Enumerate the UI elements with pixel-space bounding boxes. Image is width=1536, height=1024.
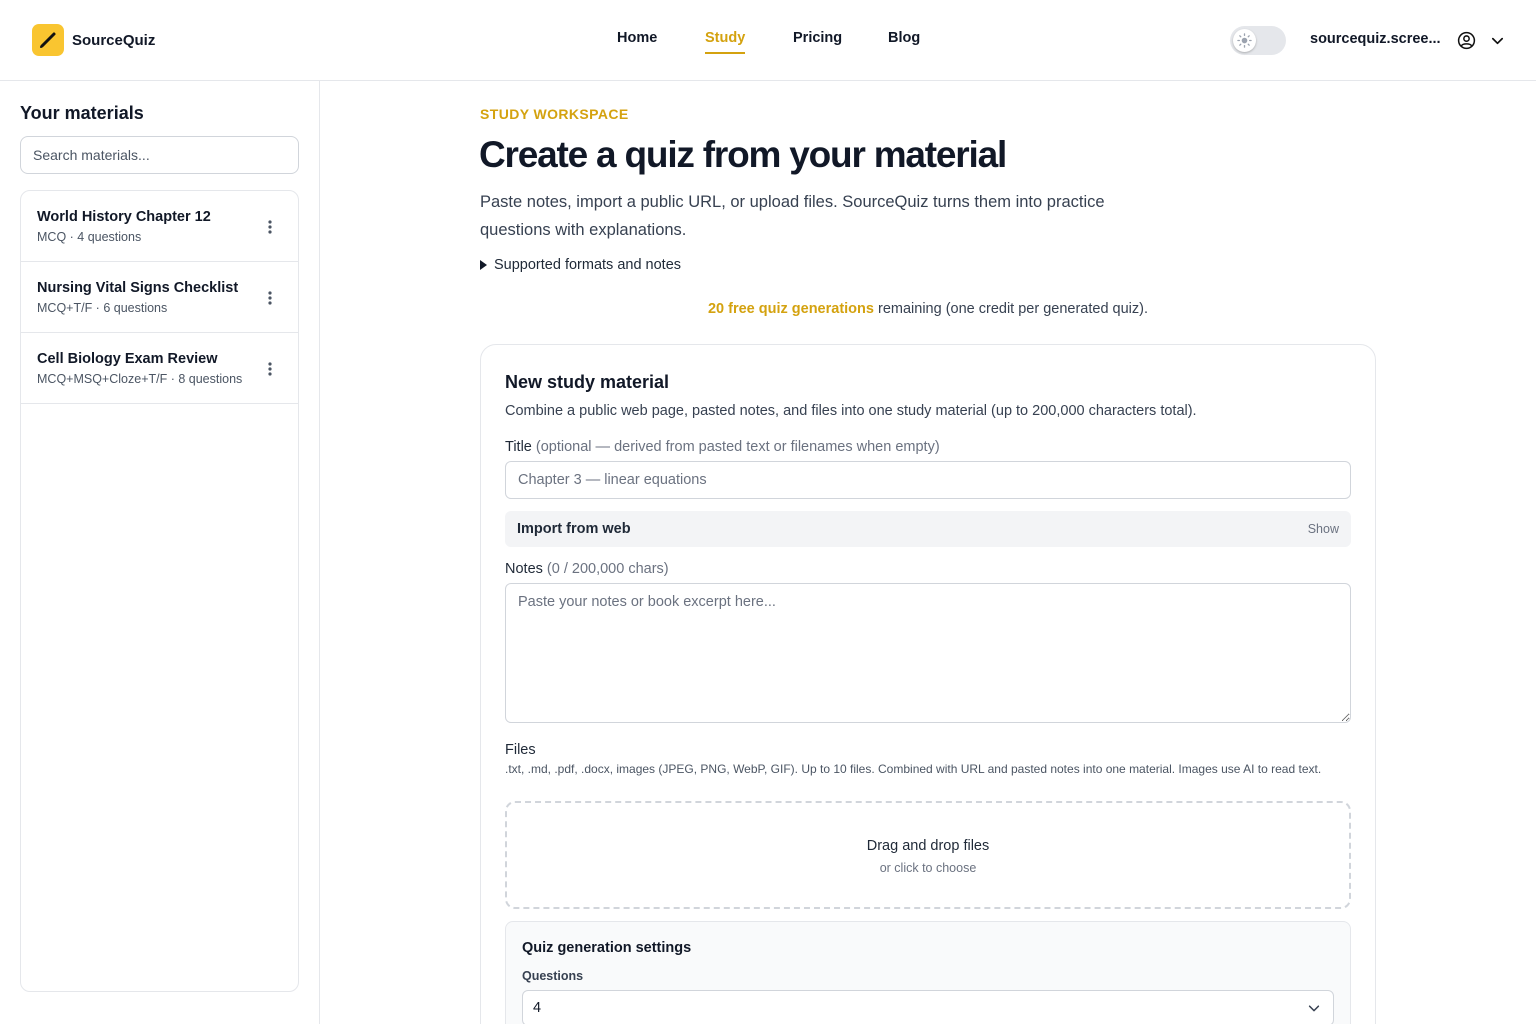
dropzone-subtitle: or click to choose (879, 861, 977, 875)
section-eyebrow: STUDY WORKSPACE (480, 106, 629, 122)
dropzone-title: Drag and drop files (866, 838, 990, 854)
material-meta: MCQ+T/F · 6 questions (37, 301, 168, 315)
notes-label: Notes (505, 561, 543, 577)
chevron-down-icon[interactable] (1490, 33, 1505, 48)
questions-select[interactable]: 4 (522, 990, 1334, 1024)
import-label: Import from web (517, 521, 631, 537)
intro-text: Paste notes, import a public URL, or upl… (480, 193, 1105, 239)
nav-study[interactable]: Study (705, 30, 746, 54)
card-title: New study material (505, 372, 670, 392)
more-vertical-icon[interactable] (259, 358, 281, 380)
nav-pricing[interactable]: Pricing (793, 30, 842, 52)
nav-home[interactable]: Home (617, 30, 657, 52)
quiz-settings-panel: Quiz generation settings Questions 4 (505, 921, 1351, 1024)
top-navigation-bar: SourceQuiz Home Study Pricing Blog sourc… (0, 0, 1536, 81)
card-description: Combine a public web page, pasted notes,… (505, 403, 1197, 419)
sun-icon (1233, 29, 1256, 52)
search-materials-input[interactable] (20, 136, 299, 174)
material-title: Cell Biology Exam Review (37, 351, 218, 367)
questions-value: 4 (533, 1000, 542, 1016)
supported-formats-disclosure[interactable]: Supported formats and notes (480, 257, 681, 273)
credits-text: remaining (one credit per generated quiz… (873, 301, 1149, 317)
main-nav: Home Study Pricing Blog (0, 30, 1536, 60)
material-meta: MCQ+MSQ+Cloze+T/F · 8 questions (37, 372, 243, 386)
page-title: Create a quiz from your material (479, 134, 1007, 175)
new-material-card: New study material Combine a public web … (480, 344, 1376, 1024)
title-label: Title (505, 439, 532, 455)
notes-textarea[interactable] (505, 583, 1351, 723)
files-help-text: .txt, .md, .pdf, .docx, images (JPEG, PN… (505, 762, 1322, 776)
more-vertical-icon[interactable] (259, 216, 281, 238)
user-circle-icon[interactable] (1457, 31, 1476, 50)
import-show-link[interactable]: Show (1308, 522, 1339, 536)
notes-field-label: Notes (0 / 200,000 chars) (505, 561, 669, 577)
title-field-label: Title (optional — derived from pasted te… (505, 439, 940, 455)
sidebar-title: Your materials (20, 103, 144, 123)
questions-label: Questions (522, 969, 584, 983)
import-from-web-toggle[interactable]: Import from web Show (505, 511, 1351, 547)
material-item[interactable]: World History Chapter 12 MCQ · 4 questio… (21, 191, 298, 262)
title-hint: (optional — derived from pasted text or … (531, 439, 940, 455)
account-name[interactable]: sourcequiz.scree... (1310, 31, 1441, 47)
materials-sidebar: Your materials World History Chapter 12 … (0, 81, 320, 1024)
files-label: Files (505, 742, 536, 758)
disclosure-triangle-icon (480, 260, 487, 270)
credits-remaining: 20 free quiz generations remaining (one … (480, 301, 1376, 317)
chevron-down-icon (1308, 1005, 1320, 1012)
credits-count: 20 free quiz generations (707, 301, 874, 317)
material-item[interactable]: Nursing Vital Signs Checklist MCQ+T/F · … (21, 262, 298, 333)
materials-list: World History Chapter 12 MCQ · 4 questio… (20, 190, 299, 992)
disclosure-label: Supported formats and notes (494, 257, 682, 273)
theme-toggle[interactable] (1230, 26, 1286, 55)
settings-title: Quiz generation settings (522, 940, 692, 956)
file-dropzone[interactable]: Drag and drop files or click to choose (505, 801, 1351, 909)
material-meta: MCQ · 4 questions (37, 230, 142, 244)
title-input[interactable] (505, 461, 1351, 499)
material-item[interactable]: Cell Biology Exam Review MCQ+MSQ+Cloze+T… (21, 333, 298, 404)
notes-char-count: (0 / 200,000 chars) (542, 561, 669, 577)
more-vertical-icon[interactable] (259, 287, 281, 309)
material-title: Nursing Vital Signs Checklist (37, 280, 239, 296)
material-title: World History Chapter 12 (37, 209, 211, 225)
nav-blog[interactable]: Blog (888, 30, 920, 52)
